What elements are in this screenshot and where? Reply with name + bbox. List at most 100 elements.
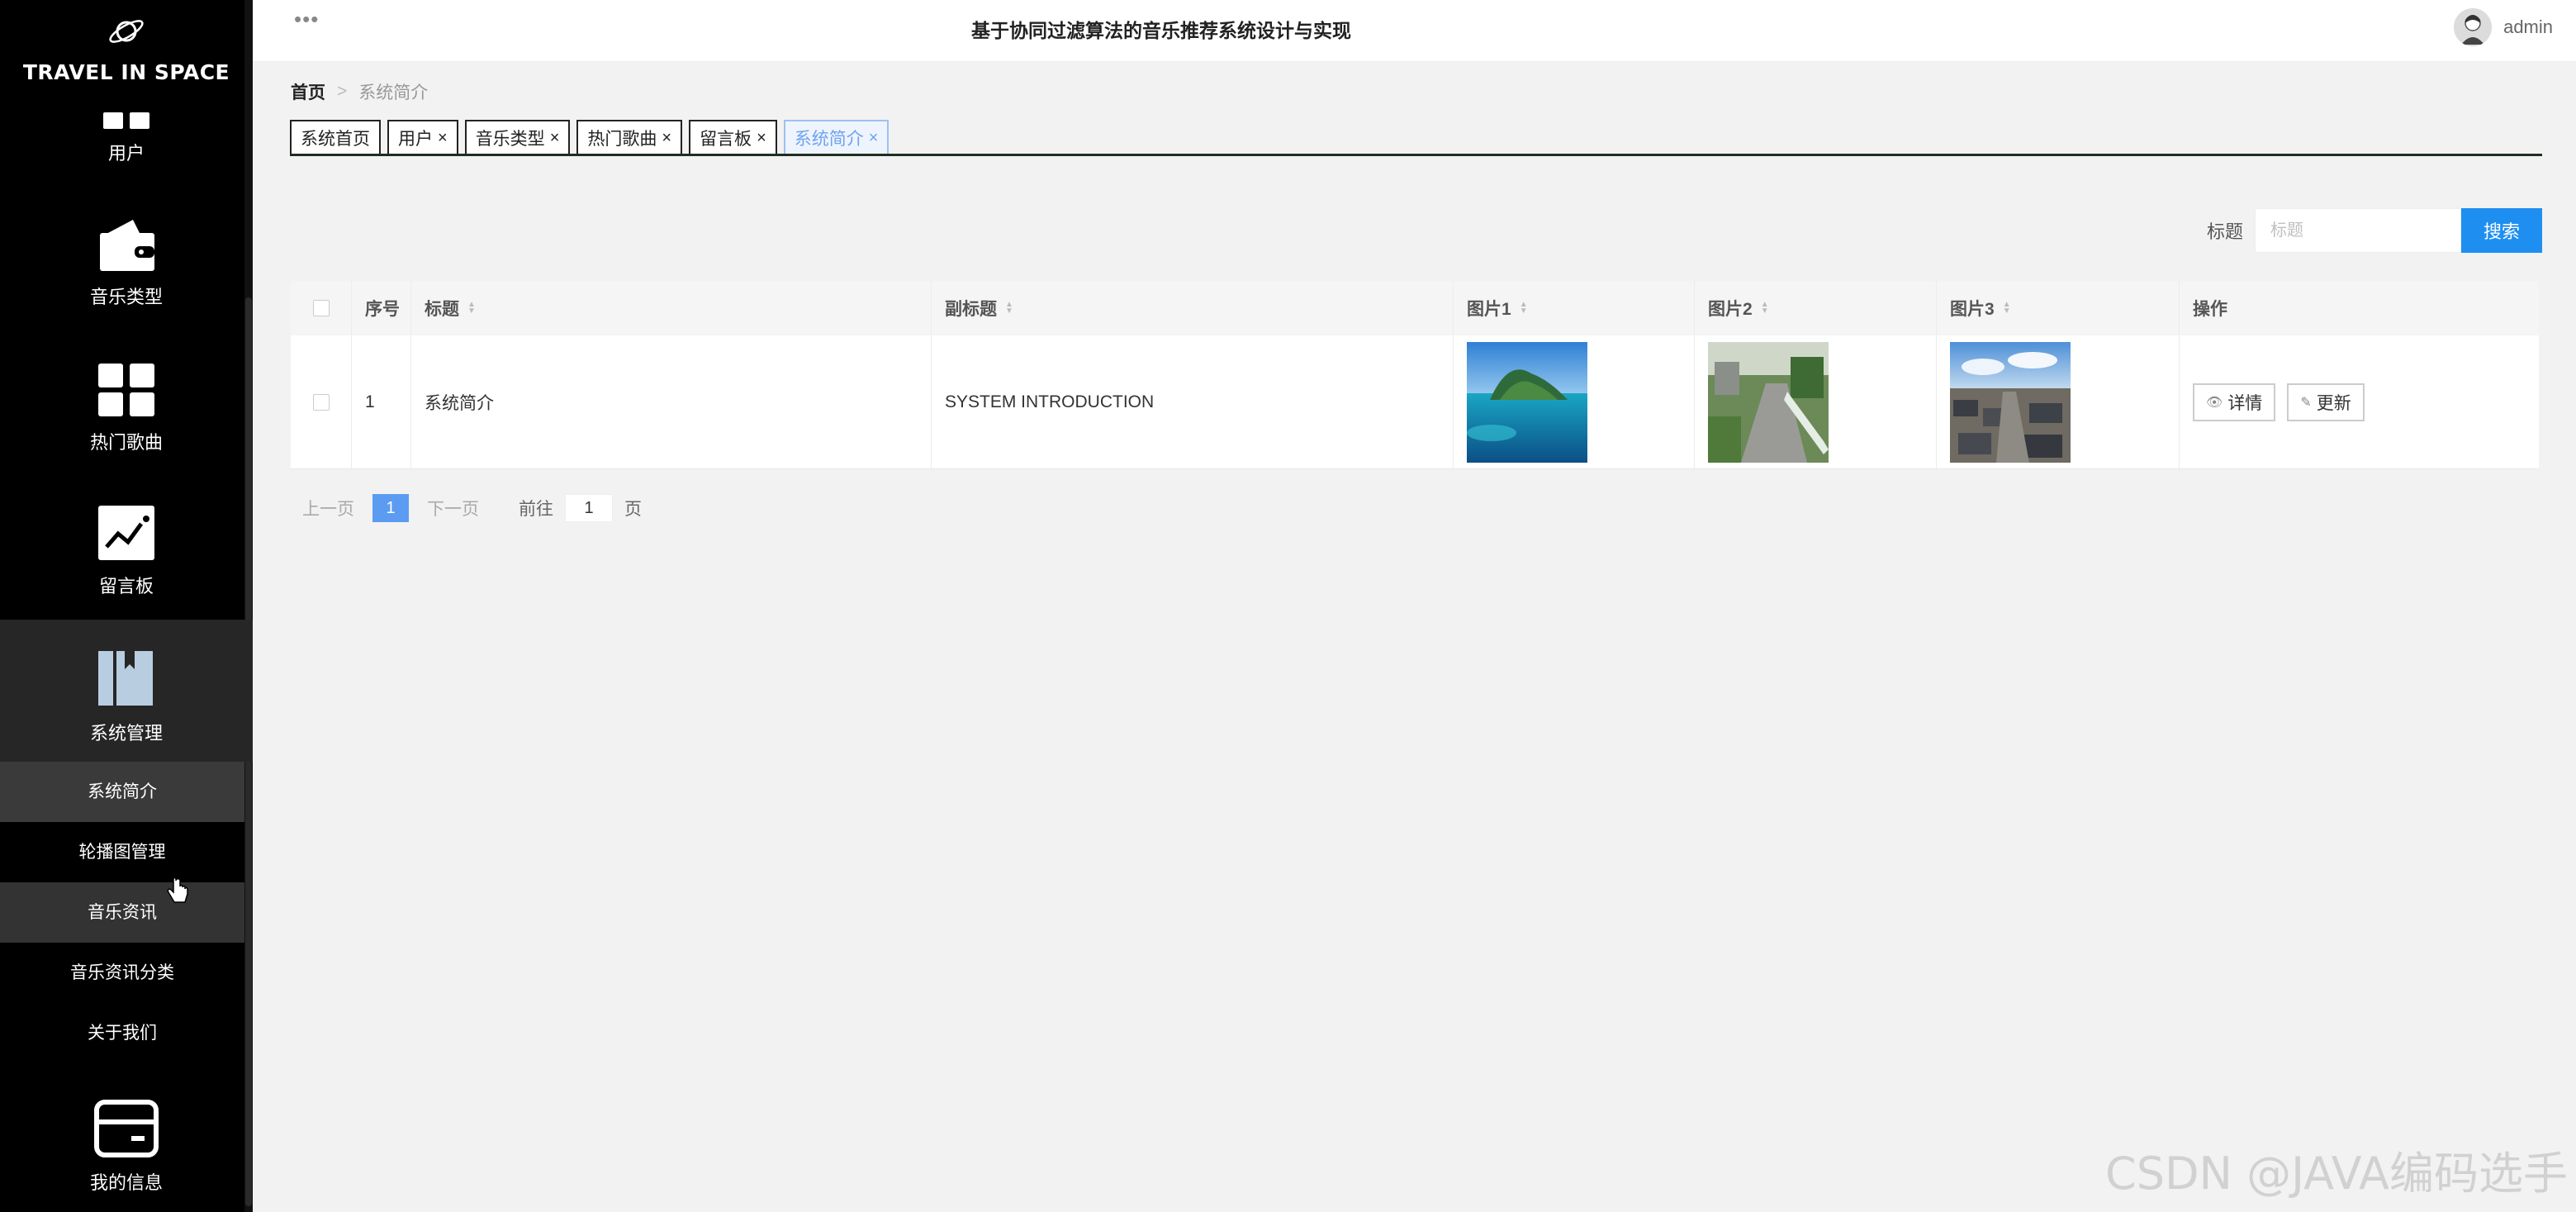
eye-icon: 👁: [2206, 395, 2223, 410]
cell-image1: [1454, 335, 1695, 468]
next-page-button[interactable]: 下一页: [427, 496, 479, 520]
breadcrumb-current: 系统简介: [358, 83, 429, 102]
logo-text: TRAVEL IN SPACE: [22, 60, 230, 84]
breadcrumb-separator: >: [337, 82, 348, 101]
tab-label: 系统首页: [301, 130, 370, 149]
table-row: 1 系统简介 SYSTEM INTRODUCTION 👁 详情 ✎ 更新: [291, 335, 2539, 469]
tab-hot-songs[interactable]: 热门歌曲 ×: [576, 120, 683, 156]
update-label: 更新: [2316, 393, 2351, 413]
tab-system-home[interactable]: 系统首页: [290, 120, 381, 156]
tabs-underline: [290, 154, 2542, 156]
page-number-button[interactable]: 1: [372, 494, 409, 522]
hand-cursor-icon: [167, 877, 188, 903]
close-icon[interactable]: ×: [438, 129, 448, 148]
close-icon[interactable]: ×: [662, 129, 671, 148]
row-checkbox-cell: [291, 335, 352, 468]
wallet-icon: [100, 220, 154, 271]
tab-label: 系统简介: [794, 130, 864, 149]
sort-icon[interactable]: ▲ ▼: [1520, 301, 1528, 316]
sidebar-scrollbar[interactable]: [244, 0, 253, 1212]
tab-users[interactable]: 用户 ×: [387, 120, 458, 156]
update-button[interactable]: ✎ 更新: [2287, 383, 2365, 421]
prev-page-button[interactable]: 上一页: [302, 496, 354, 520]
sidebar-item-my-info[interactable]: 我的信息: [0, 1099, 253, 1195]
column-header-image3[interactable]: 图片3 ▲ ▼: [1937, 281, 2180, 335]
sidebar-item-music-type[interactable]: 音乐类型: [0, 216, 253, 309]
sidebar-subitem-carousel[interactable]: 轮播图管理: [0, 822, 244, 882]
sort-icon[interactable]: ▲ ▼: [1005, 301, 1013, 316]
column-header-label: 图片3: [1950, 300, 1995, 319]
tab-music-type[interactable]: 音乐类型 ×: [464, 120, 571, 156]
island-image[interactable]: [1467, 341, 1587, 463]
sidebar-item-hot-songs[interactable]: 热门歌曲: [0, 362, 253, 454]
city-aerial-image[interactable]: [1950, 341, 2071, 463]
sidebar-item-label: 用户: [107, 143, 145, 164]
avatar[interactable]: [2454, 8, 2493, 46]
cell-image2: [1695, 335, 1937, 468]
sidebar-subitem-music-news[interactable]: 音乐资讯: [0, 882, 244, 943]
avatar-icon: [2454, 8, 2493, 46]
column-header-label: 图片1: [1467, 300, 1511, 319]
column-header-subtitle[interactable]: 副标题 ▲ ▼: [932, 281, 1454, 335]
search-button[interactable]: 搜索: [2461, 208, 2542, 253]
grid-icon: [98, 364, 154, 416]
watermark: CSDN @JAVA编码选手: [2104, 1148, 2568, 1200]
detail-label: 详情: [2227, 393, 2263, 413]
close-icon[interactable]: ×: [550, 129, 560, 148]
cell-subtitle: SYSTEM INTRODUCTION: [932, 335, 1454, 468]
sidebar-item-label: 音乐类型: [89, 287, 163, 307]
detail-button[interactable]: 👁 详情: [2193, 383, 2276, 421]
header-checkbox-cell: [291, 281, 352, 335]
sidebar-item-users[interactable]: 用户: [0, 106, 253, 165]
sidebar-item-label: 热门歌曲: [89, 432, 163, 453]
column-header-actions: 操作: [2180, 281, 2539, 335]
sidebar-subitem-about-us[interactable]: 关于我们: [0, 1003, 244, 1063]
tab-label: 用户: [398, 130, 433, 149]
column-header-label: 副标题: [945, 300, 997, 319]
app-title: 基于协同过滤算法的音乐推荐系统设计与实现: [971, 20, 1351, 41]
sidebar-subitem-system-intro[interactable]: 系统简介: [0, 762, 244, 822]
sidebar-item-label: 我的信息: [89, 1172, 163, 1193]
cell-actions: 👁 详情 ✎ 更新: [2180, 335, 2539, 468]
tabs-bar: 系统首页 用户 × 音乐类型 × 热门歌曲 × 留言板 × 系统简介 ×: [290, 120, 890, 156]
table-header: 序号 标题 ▲ ▼ 副标题 ▲ ▼ 图片1 ▲ ▼ 图片2 ▲ ▼ 图片3 ▲ ▼ 操作: [291, 281, 2539, 335]
chart-icon: [98, 506, 154, 560]
pagination: 上一页 1 下一页 前往 页: [302, 494, 642, 522]
page-unit-label: 页: [624, 500, 642, 519]
card-icon: [94, 1100, 159, 1157]
search-input[interactable]: [2255, 208, 2461, 253]
column-header-label: 标题: [425, 300, 459, 319]
tab-label: 音乐类型: [475, 130, 545, 149]
sidebar-item-system-management[interactable]: 系统管理: [0, 620, 253, 762]
sort-icon[interactable]: ▲ ▼: [1761, 301, 1769, 316]
planet-icon: [109, 20, 144, 43]
column-header-title[interactable]: 标题 ▲ ▼: [411, 281, 932, 335]
logo: TRAVEL IN SPACE: [0, 10, 253, 84]
cell-no: 1: [352, 335, 411, 468]
sort-icon[interactable]: ▲ ▼: [467, 301, 476, 316]
sidebar-subitem-music-news-category[interactable]: 音乐资讯分类: [0, 943, 244, 1003]
cell-image3: [1937, 335, 2180, 468]
top-header: ••• 基于协同过滤算法的音乐推荐系统设计与实现 admin: [253, 0, 2576, 62]
edit-icon: ✎: [2300, 395, 2312, 410]
sidebar-item-label: 系统管理: [89, 723, 163, 744]
user-menu[interactable]: admin: [2454, 8, 2553, 46]
village-path-image[interactable]: [1708, 341, 1829, 463]
column-header-image1[interactable]: 图片1 ▲ ▼: [1454, 281, 1695, 335]
page-jump-input[interactable]: [565, 494, 613, 522]
column-header-no: 序号: [352, 281, 411, 335]
data-table: 序号 标题 ▲ ▼ 副标题 ▲ ▼ 图片1 ▲ ▼ 图片2 ▲ ▼ 图片3 ▲ ▼ 操作 1 系统简…: [291, 281, 2539, 469]
breadcrumb-home[interactable]: 首页: [291, 79, 325, 104]
tab-system-intro[interactable]: 系统简介 ×: [783, 120, 890, 156]
sidebar-item-message-board[interactable]: 留言板: [0, 506, 253, 598]
row-checkbox[interactable]: [312, 393, 330, 411]
select-all-checkbox[interactable]: [312, 300, 330, 316]
close-icon[interactable]: ×: [757, 129, 766, 148]
goto-label: 前往: [519, 500, 553, 519]
column-header-image2[interactable]: 图片2 ▲ ▼: [1695, 281, 1937, 335]
close-icon[interactable]: ×: [869, 129, 879, 148]
username[interactable]: admin: [2503, 17, 2553, 38]
tab-message-board[interactable]: 留言板 ×: [689, 120, 777, 156]
sort-icon[interactable]: ▲ ▼: [2003, 301, 2011, 316]
tab-label: 留言板: [700, 130, 752, 149]
